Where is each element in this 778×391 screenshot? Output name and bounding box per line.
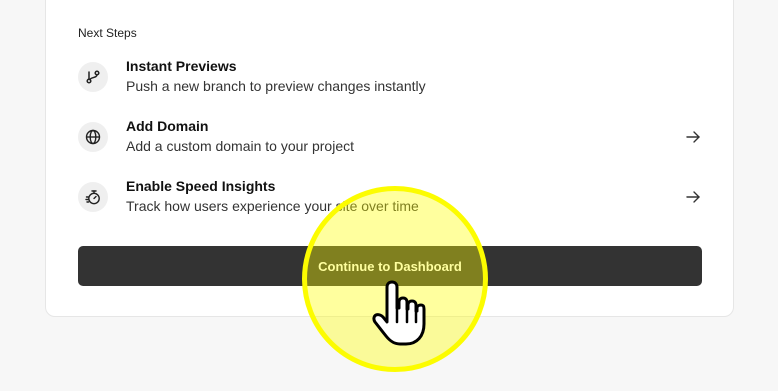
section-title: Next Steps xyxy=(78,26,137,40)
step-title: Enable Speed Insights xyxy=(126,178,276,194)
step-description: Track how users experience your site ove… xyxy=(126,198,419,214)
step-instant-previews[interactable]: Instant Previews Push a new branch to pr… xyxy=(78,55,702,99)
git-branch-icon xyxy=(78,62,108,92)
arrow-right-icon[interactable] xyxy=(684,188,702,206)
globe-icon xyxy=(78,122,108,152)
step-description: Add a custom domain to your project xyxy=(126,138,355,154)
step-enable-speed-insights[interactable]: Enable Speed Insights Track how users ex… xyxy=(78,175,702,219)
step-title: Add Domain xyxy=(126,118,209,134)
arrow-right-icon[interactable] xyxy=(684,128,702,146)
continue-to-dashboard-button[interactable]: Continue to Dashboard xyxy=(78,246,702,286)
stopwatch-icon xyxy=(78,182,108,212)
step-add-domain[interactable]: Add Domain Add a custom domain to your p… xyxy=(78,115,702,159)
step-title: Instant Previews xyxy=(126,58,237,74)
page: Next Steps Instant Previews Push a new b… xyxy=(0,0,778,391)
step-description: Push a new branch to preview changes ins… xyxy=(126,78,426,94)
next-steps-card: Next Steps Instant Previews Push a new b… xyxy=(45,0,734,317)
